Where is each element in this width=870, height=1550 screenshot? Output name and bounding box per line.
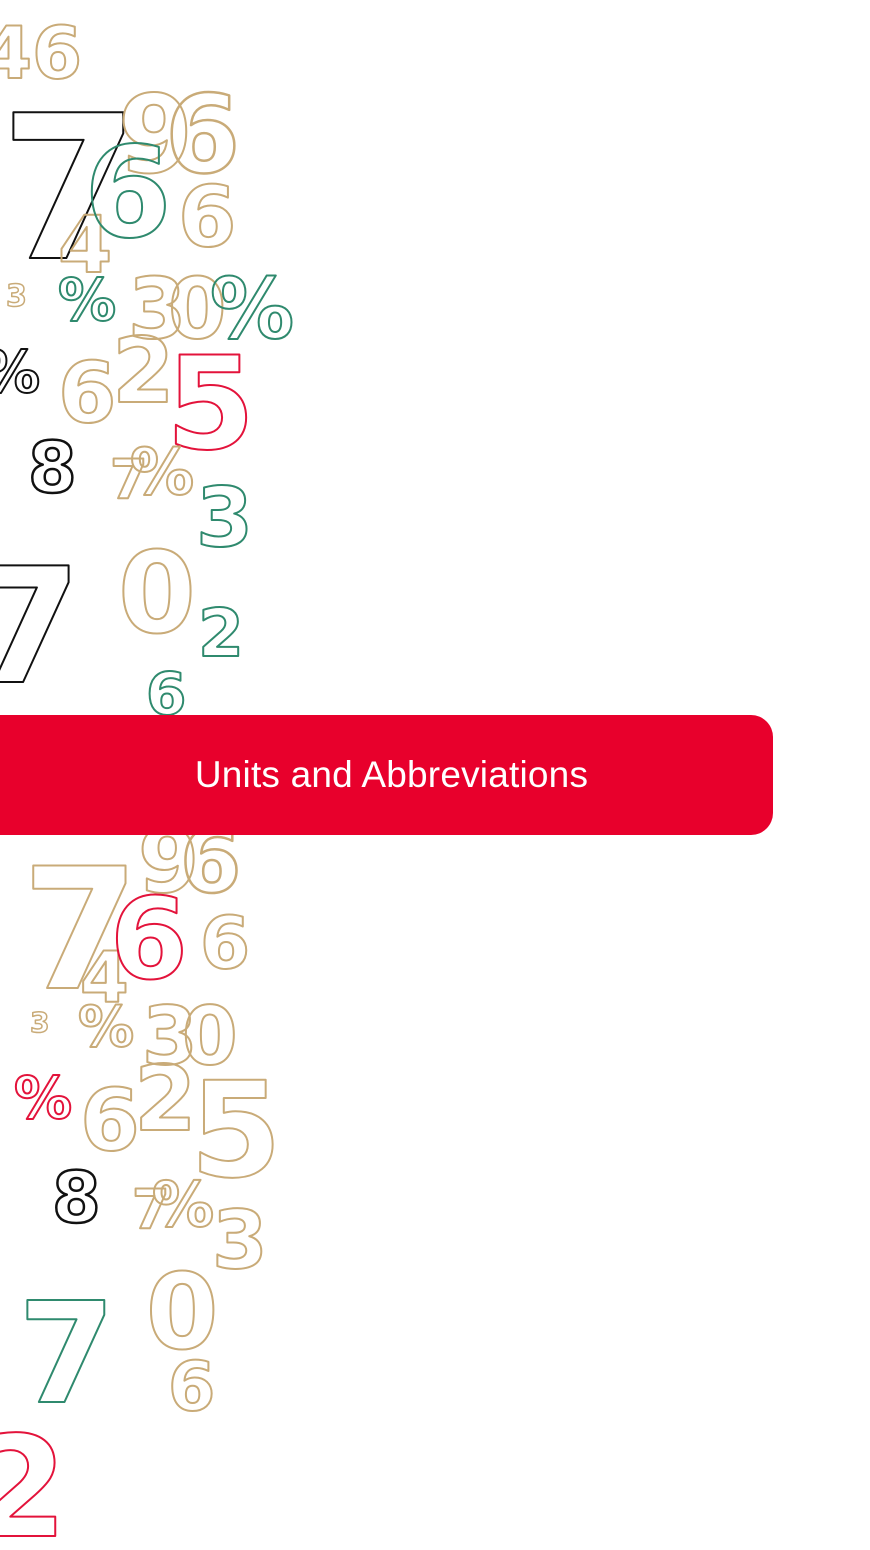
digit-glyph: 2: [112, 319, 175, 424]
digit-glyph: %: [210, 260, 294, 358]
digit-glyph: 0: [182, 990, 238, 1083]
digit-glyph: 0: [118, 529, 196, 659]
digit-glyph: 6: [80, 1071, 140, 1171]
digit-glyph: %: [0, 338, 40, 406]
digit-glyph: 2: [0, 1407, 67, 1550]
document-page: 4 6 7 9 6 4 6 6 3 % 3 0 % % 6 2 5 8 7 % …: [0, 0, 870, 1550]
digit-glyph: 6: [200, 901, 250, 985]
digit-glyph: 6: [165, 73, 240, 198]
digit-glyph: 6: [58, 344, 116, 442]
digit-glyph: 4: [80, 937, 129, 1019]
digit-glyph: 4: [58, 201, 112, 291]
digit-glyph: %: [130, 436, 194, 510]
digit-glyph: 5: [190, 1054, 282, 1208]
section-title-banner: Units and Abbreviations: [0, 715, 773, 835]
section-title: Units and Abbreviations: [194, 754, 589, 795]
digit-glyph: 6: [32, 11, 82, 95]
digit-glyph: 7: [22, 832, 139, 1028]
digit-glyph: 7: [110, 448, 148, 511]
digit-glyph: 3: [142, 990, 198, 1083]
digit-glyph: 7: [0, 73, 139, 306]
upper-number-cluster: 4 6 7 9 6 4 6 6 3 % 3 0 % % 6 2 5 8 7 % …: [0, 10, 295, 729]
digit-glyph: 0: [146, 1251, 218, 1373]
digit-glyph: 4: [0, 11, 32, 95]
digit-glyph: %: [58, 266, 116, 334]
digit-glyph: 2: [134, 1047, 197, 1152]
digit-glyph: %: [14, 1064, 72, 1132]
digit-glyph: 2: [198, 595, 244, 672]
digit-glyph: 8: [52, 1157, 101, 1239]
digit-glyph: 7: [18, 1273, 115, 1436]
digit-glyph: 8: [28, 427, 77, 509]
digit-glyph: 6: [178, 168, 236, 266]
digit-glyph: 5: [166, 330, 255, 479]
digit-glyph: 3: [212, 1194, 268, 1287]
digit-glyph: %: [78, 995, 134, 1060]
lower-number-cluster: 7 9 6 4 6 6 3 % 3 0 % 6 2 5 8 7 % 3 7 0 …: [0, 809, 283, 1550]
digit-glyph: 7: [132, 1178, 170, 1241]
digit-glyph: 6: [84, 119, 172, 266]
digit-glyph: 7: [0, 533, 81, 720]
digit-glyph: 0: [168, 260, 226, 358]
digit-glyph: 3: [128, 260, 186, 358]
digit-glyph: %: [152, 1168, 214, 1241]
digit-glyph: 9: [118, 73, 193, 198]
digit-glyph: 3: [196, 471, 253, 566]
digit-glyph: 6: [168, 1348, 215, 1427]
digit-glyph: 6: [110, 875, 188, 1005]
digit-glyph: 3: [30, 1006, 49, 1039]
digit-glyph: 3: [6, 279, 27, 314]
